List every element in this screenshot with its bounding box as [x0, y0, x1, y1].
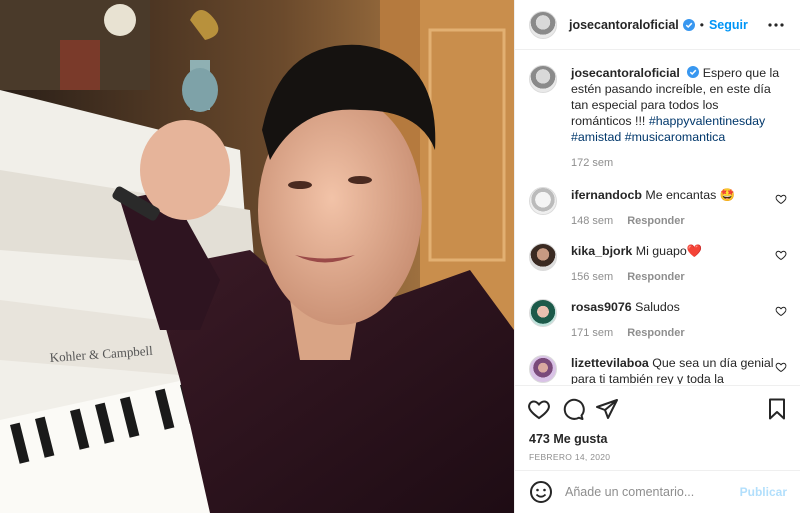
commenter-avatar[interactable] [529, 187, 557, 215]
reply-button[interactable]: Responder [627, 325, 684, 341]
commenter-avatar[interactable] [529, 299, 557, 327]
comment-like-icon[interactable] [775, 249, 787, 261]
post-photo[interactable]: Kohler & Campbell [0, 0, 514, 513]
comment-username[interactable]: lizettevilaboa [571, 356, 649, 370]
comment-username[interactable]: kika_bjork [571, 244, 632, 258]
author-avatar[interactable] [529, 10, 557, 39]
share-icon[interactable] [595, 397, 619, 421]
follow-button[interactable]: Seguir [709, 18, 748, 32]
comment-like-icon[interactable] [775, 305, 787, 317]
more-options-icon[interactable] [765, 14, 787, 36]
comments-scroll-area[interactable]: josecantoraloficial Espero que la estén … [515, 51, 800, 384]
comment-input[interactable] [565, 485, 735, 499]
comment-username[interactable]: ifernandocb [571, 188, 642, 202]
caption-author-avatar[interactable] [529, 65, 557, 93]
comment-username[interactable]: rosas9076 [571, 300, 632, 314]
comment-age: 148 sem [571, 215, 614, 227]
post-panel: josecantoraloficial • Seguir josecantora… [514, 0, 800, 513]
add-comment-bar: Publicar [515, 470, 800, 513]
verified-badge-icon [682, 18, 695, 31]
comment-age: 171 sem [571, 327, 614, 339]
comment-age: 156 sem [571, 271, 614, 283]
header-separator: • [699, 17, 704, 32]
post-date: FEBRERO 14, 2020 [529, 452, 611, 462]
post-actions: 473 Me gusta FEBRERO 14, 2020 [515, 385, 800, 462]
comment-like-icon[interactable] [775, 193, 787, 205]
comment-item: rosas9076 Saludos 171 sem Responder [529, 299, 787, 341]
post-image: Kohler & Campbell [0, 0, 514, 513]
author-username[interactable]: josecantoraloficial [569, 18, 679, 32]
verified-badge-icon [687, 66, 700, 78]
bookmark-icon[interactable] [765, 397, 789, 421]
comment-item: kika_bjork Mi guapo❤️ 156 sem Responder [529, 243, 787, 285]
heart-icon[interactable] [527, 397, 551, 421]
comment-item: ifernandocb Me encantas 🤩 148 sem Respon… [529, 187, 787, 229]
comment-item: lizettevilaboa Que sea un día genial par… [529, 355, 787, 384]
commenter-avatar[interactable] [529, 243, 557, 271]
comment-like-icon[interactable] [775, 361, 787, 373]
caption-age: 172 sem [571, 157, 614, 169]
comment-text: Saludos [635, 300, 680, 314]
emoji-icon[interactable] [529, 480, 553, 504]
post-caption: josecantoraloficial Espero que la estén … [529, 65, 787, 171]
comment-text: Mi guapo❤️ [635, 244, 703, 258]
post-header: josecantoraloficial • Seguir [515, 0, 800, 50]
commenter-avatar[interactable] [529, 355, 557, 383]
comment-text: Me encantas 🤩 [645, 188, 736, 202]
comment-icon[interactable] [561, 397, 585, 421]
publish-button[interactable]: Publicar [740, 485, 787, 499]
caption-username[interactable]: josecantoraloficial [571, 66, 680, 80]
likes-count[interactable]: 473 Me gusta [529, 432, 789, 446]
reply-button[interactable]: Responder [627, 213, 684, 229]
reply-button[interactable]: Responder [627, 269, 684, 285]
